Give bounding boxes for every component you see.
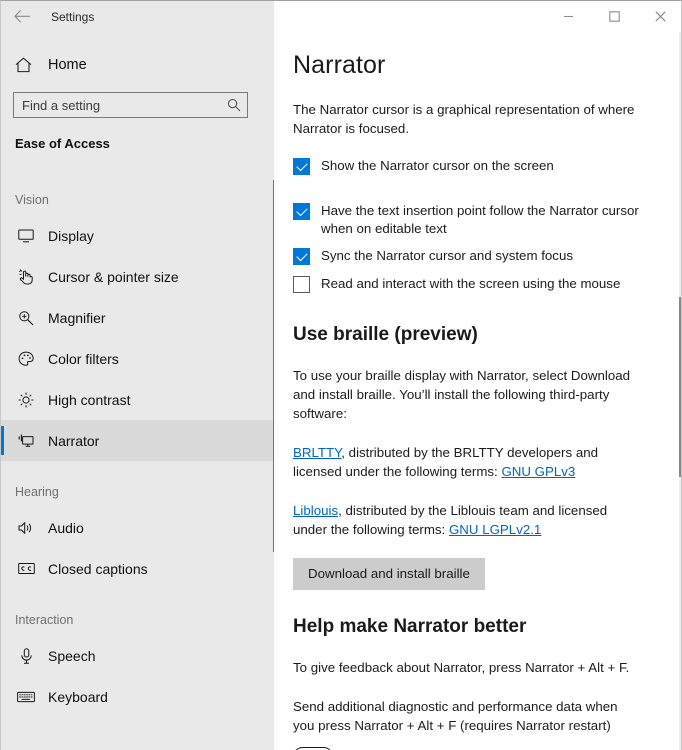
title-bar-left: Settings <box>1 1 274 32</box>
sun-contrast-icon <box>15 392 37 408</box>
checkbox-icon[interactable] <box>293 248 310 265</box>
monitor-icon <box>15 229 37 243</box>
back-arrow-icon <box>13 10 30 23</box>
main-content: Narrator The Narrator cursor is a graphi… <box>274 32 681 750</box>
liblouis-license-paragraph: Liblouis, distributed by the Liblouis te… <box>293 501 638 539</box>
home-icon <box>15 57 37 73</box>
sidebar-item-label: Keyboard <box>48 688 108 705</box>
gnu-gplv3-link[interactable]: GNU GPLv3 <box>501 464 575 479</box>
maximize-button[interactable] <box>591 1 637 31</box>
sidebar-home-label: Home <box>48 57 87 73</box>
braille-section-heading: Use braille (preview) <box>293 324 478 345</box>
brltty-link[interactable]: BRLTTY <box>293 445 341 460</box>
narrator-intro-paragraph: The Narrator cursor is a graphical repre… <box>293 102 635 136</box>
magnifier-icon <box>15 310 37 326</box>
sidebar-item-high-contrast[interactable]: High contrast <box>1 379 274 420</box>
sidebar-group-vision-label: Vision <box>15 193 49 207</box>
palette-icon <box>15 351 37 367</box>
sidebar-item-label: Closed captions <box>48 560 148 577</box>
sidebar-item-label: Display <box>48 227 94 244</box>
maximize-icon <box>608 10 620 22</box>
checkbox-text-insertion-follow[interactable]: Have the text insertion point follow the… <box>293 202 681 238</box>
content-scrollbar[interactable] <box>679 32 681 750</box>
sidebar-item-home[interactable]: Home <box>1 50 274 80</box>
checkbox-icon[interactable] <box>293 203 310 220</box>
sidebar-item-label: Audio <box>48 519 84 536</box>
checkbox-icon[interactable] <box>293 276 310 293</box>
checkbox-icon[interactable] <box>293 158 310 175</box>
search-icon[interactable] <box>224 95 244 115</box>
closed-caption-icon <box>15 562 37 575</box>
feedback-description: To give feedback about Narrator, press N… <box>293 660 630 675</box>
narrator-screen-icon <box>15 433 37 449</box>
sidebar-item-speech[interactable]: Speech <box>1 635 274 676</box>
content-scrollbar-thumb[interactable] <box>679 297 681 477</box>
download-install-braille-button[interactable]: Download and install braille <box>293 558 485 590</box>
sidebar-category-title: Ease of Access <box>15 136 110 151</box>
speaker-icon <box>15 521 37 535</box>
close-icon <box>654 10 666 22</box>
sidebar-item-color-filters[interactable]: Color filters <box>1 338 274 379</box>
title-bar: Settings <box>1 1 681 32</box>
sidebar-group-hearing-label: Hearing <box>15 485 59 499</box>
cursor-hand-icon <box>15 268 37 285</box>
checkbox-label: Sync the Narrator cursor and system focu… <box>321 248 573 263</box>
sidebar-group-interaction-label: Interaction <box>15 613 74 627</box>
window-title: Settings <box>51 9 95 24</box>
search-input[interactable] <box>13 92 248 118</box>
liblouis-link[interactable]: Liblouis <box>293 503 338 518</box>
sidebar-item-narrator[interactable]: Narrator <box>1 420 274 461</box>
window-controls <box>274 1 681 32</box>
sidebar-item-label: Cursor & pointer size <box>48 268 179 285</box>
checkbox-read-interact-mouse[interactable]: Read and interact with the screen using … <box>293 275 681 293</box>
settings-window: Settings Home Find a setting Ease of Acc… <box>0 0 682 750</box>
sidebar-item-label: High contrast <box>48 391 131 408</box>
minimize-icon <box>563 15 573 17</box>
sidebar-item-label: Magnifier <box>48 309 106 326</box>
microphone-icon <box>15 647 37 664</box>
back-button[interactable] <box>1 1 43 32</box>
sidebar-item-label: Color filters <box>48 350 119 367</box>
sidebar-item-closed-captions[interactable]: Closed captions <box>1 548 274 589</box>
brltty-license-paragraph: BRLTTY, distributed by the BRLTTY develo… <box>293 443 638 481</box>
diagnostic-data-description: Send additional diagnostic and performan… <box>293 699 618 733</box>
braille-description: To use your braille display with Narrato… <box>293 368 631 421</box>
sidebar-item-magnifier[interactable]: Magnifier <box>1 297 274 338</box>
feedback-section-heading: Help make Narrator better <box>293 616 527 637</box>
checkbox-label: Show the Narrator cursor on the screen <box>321 158 554 173</box>
search-box <box>13 92 248 118</box>
checkbox-label: Have the text insertion point follow the… <box>321 203 639 236</box>
gnu-lgplv21-link[interactable]: GNU LGPLv2.1 <box>449 522 541 537</box>
sidebar-item-cursor-pointer-size[interactable]: Cursor & pointer size <box>1 256 274 297</box>
sidebar: Home Ease of Access Vision Display <box>1 32 274 750</box>
sidebar-item-keyboard[interactable]: Keyboard <box>1 676 274 717</box>
sidebar-item-label: Speech <box>48 647 96 664</box>
close-button[interactable] <box>637 1 681 31</box>
sidebar-item-audio[interactable]: Audio <box>1 507 274 548</box>
checkbox-sync-cursor-system-focus[interactable]: Sync the Narrator cursor and system focu… <box>293 247 681 265</box>
checkbox-show-narrator-cursor[interactable]: Show the Narrator cursor on the screen <box>293 157 681 175</box>
sidebar-item-display[interactable]: Display <box>1 215 274 256</box>
sidebar-item-label: Narrator <box>48 432 100 449</box>
page-title: Narrator <box>293 51 386 79</box>
checkbox-label: Read and interact with the screen using … <box>321 276 621 291</box>
keyboard-icon <box>15 691 37 703</box>
minimize-button[interactable] <box>545 1 591 31</box>
